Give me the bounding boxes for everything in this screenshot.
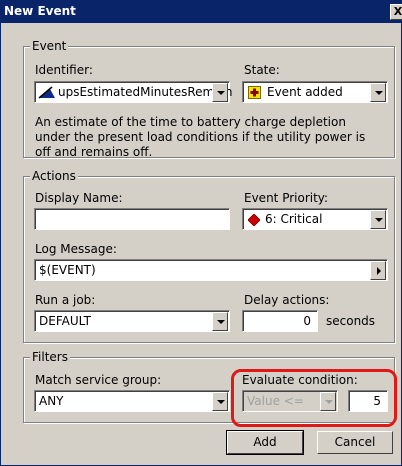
cancel-button[interactable]: Cancel [317, 431, 393, 454]
log-message-expand-button[interactable] [370, 261, 386, 280]
chevron-down-icon [217, 320, 225, 324]
window-title: New Event [4, 4, 76, 18]
match-service-group-label: Match service group: [35, 373, 162, 387]
delay-input[interactable]: 0 [242, 310, 318, 332]
event-added-icon [248, 86, 261, 99]
priority-select[interactable]: 6: Critical [242, 208, 388, 230]
chevron-down-icon [217, 91, 225, 95]
log-message-label: Log Message: [35, 242, 117, 256]
priority-value: 6: Critical [265, 212, 323, 226]
evaluate-condition-highlight [231, 369, 397, 427]
critical-diamond-icon [248, 214, 260, 226]
run-job-dropdown-button[interactable] [212, 312, 228, 331]
display-name-input[interactable] [34, 208, 230, 230]
priority-label: Event Priority: [244, 191, 329, 205]
delay-value: 0 [303, 314, 311, 328]
new-event-dialog: New Event X Event Identifier: upsEstimat… [0, 0, 402, 466]
add-button[interactable]: Add [226, 430, 304, 455]
identifier-description: An estimate of the time to battery charg… [35, 115, 366, 159]
event-group-legend: Event [30, 39, 69, 53]
filters-group-legend: Filters [30, 350, 70, 364]
chevron-right-icon [377, 267, 381, 275]
chevron-down-icon [375, 91, 383, 95]
delay-unit: seconds [326, 314, 376, 328]
state-select[interactable]: Event added [242, 81, 388, 103]
log-message-value: $(EVENT) [39, 263, 96, 277]
counter-icon [38, 86, 55, 99]
chevron-down-icon [375, 218, 383, 222]
priority-dropdown-button[interactable] [370, 210, 386, 229]
run-job-select[interactable]: DEFAULT [34, 310, 230, 332]
state-label: State: [244, 63, 280, 77]
close-icon[interactable]: X [390, 4, 402, 20]
run-job-value: DEFAULT [39, 314, 91, 328]
state-dropdown-button[interactable] [370, 83, 386, 102]
identifier-select[interactable]: upsEstimatedMinutesRemain [34, 81, 233, 103]
identifier-label: Identifier: [35, 63, 93, 77]
title-bar[interactable]: New Event X [1, 1, 402, 23]
state-value: Event added [267, 85, 343, 99]
display-name-label: Display Name: [35, 191, 123, 205]
delay-label: Delay actions: [244, 293, 330, 307]
chevron-down-icon [217, 400, 225, 404]
match-service-group-dropdown-button[interactable] [212, 392, 228, 411]
identifier-value: upsEstimatedMinutesRemain [58, 85, 233, 99]
run-job-label: Run a job: [35, 293, 96, 307]
match-service-group-select[interactable]: ANY [34, 390, 230, 412]
match-service-group-value: ANY [39, 394, 64, 408]
actions-group-legend: Actions [30, 169, 78, 183]
identifier-dropdown-button[interactable] [212, 83, 228, 102]
log-message-input[interactable]: $(EVENT) [34, 259, 388, 281]
